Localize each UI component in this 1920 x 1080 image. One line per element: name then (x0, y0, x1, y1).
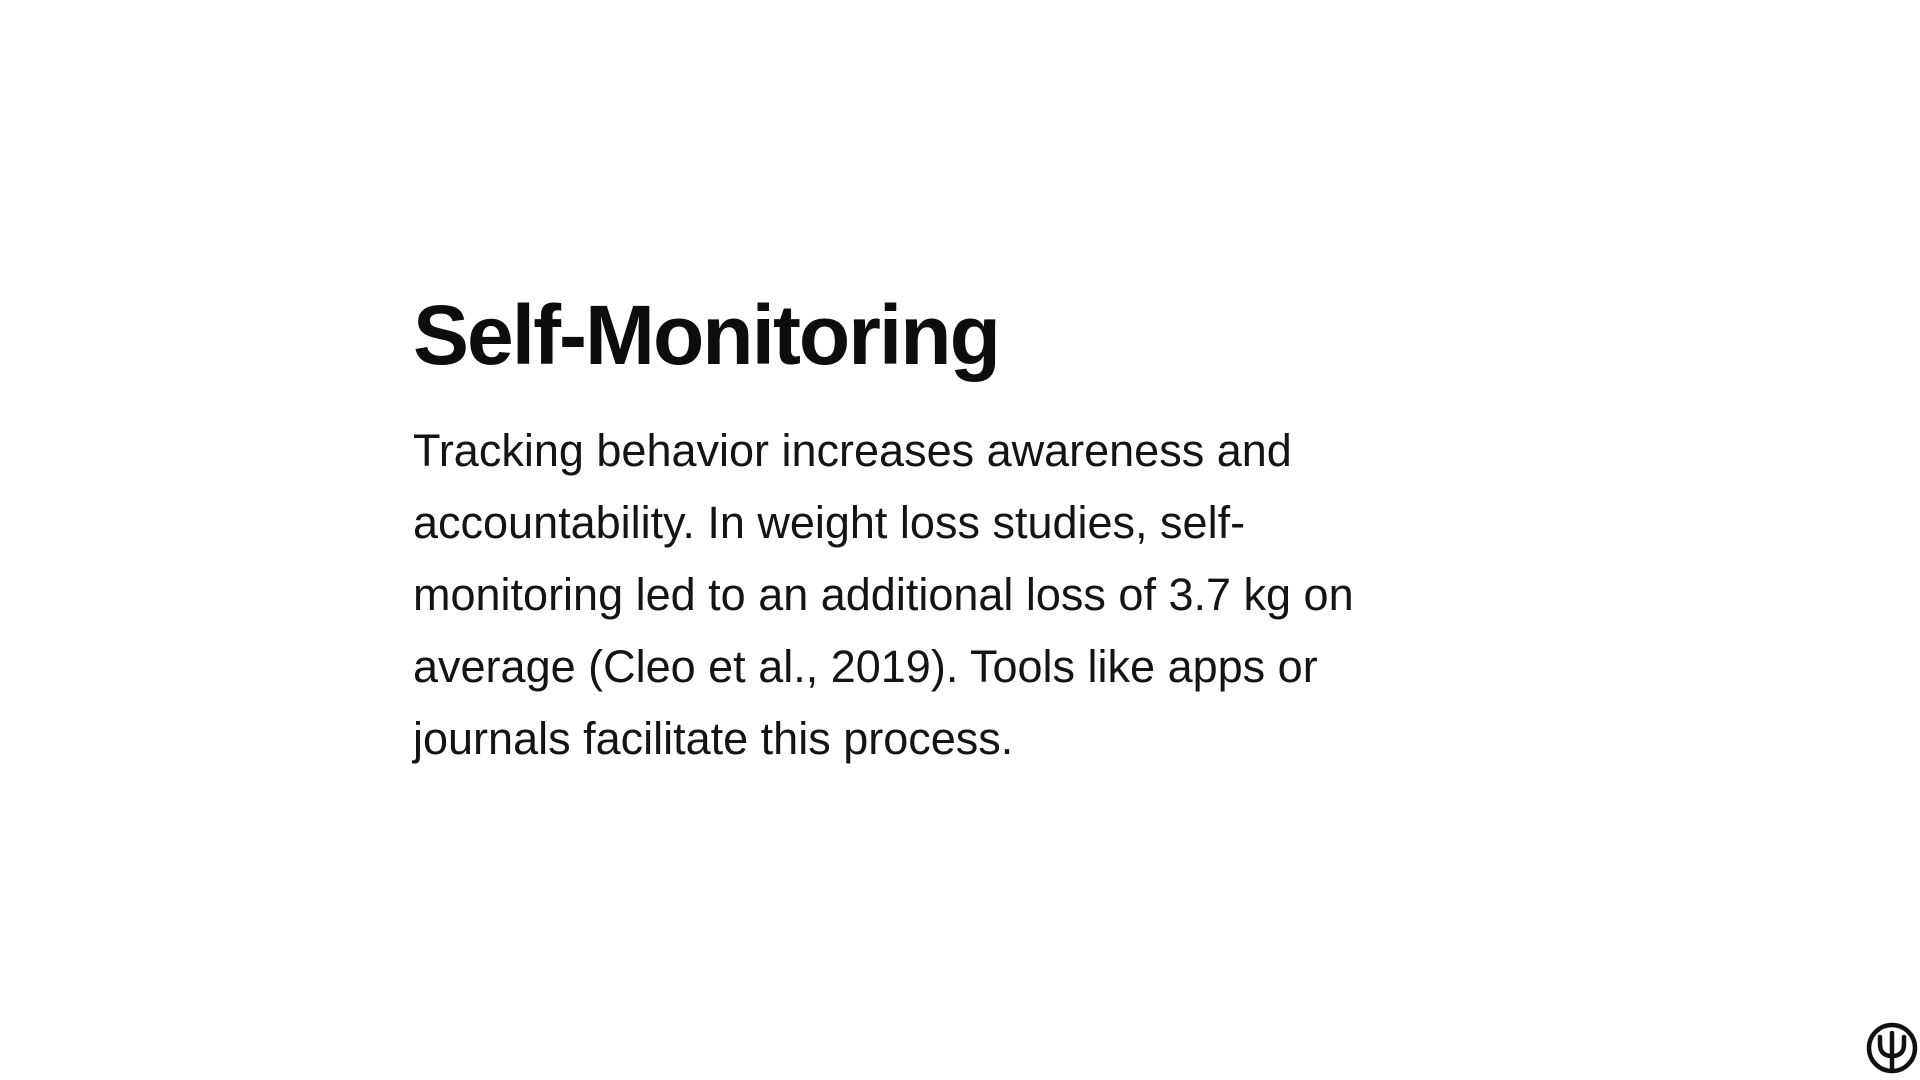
slide-body-text: Tracking behavior increases awareness an… (413, 425, 1354, 764)
slide-content: Self-Monitoring Tracking behavior increa… (413, 285, 1423, 775)
slide-title: Self-Monitoring (413, 288, 1001, 382)
psi-icon (1866, 1022, 1918, 1074)
slide: Self-Monitoring Tracking behavior increa… (0, 0, 1920, 1080)
